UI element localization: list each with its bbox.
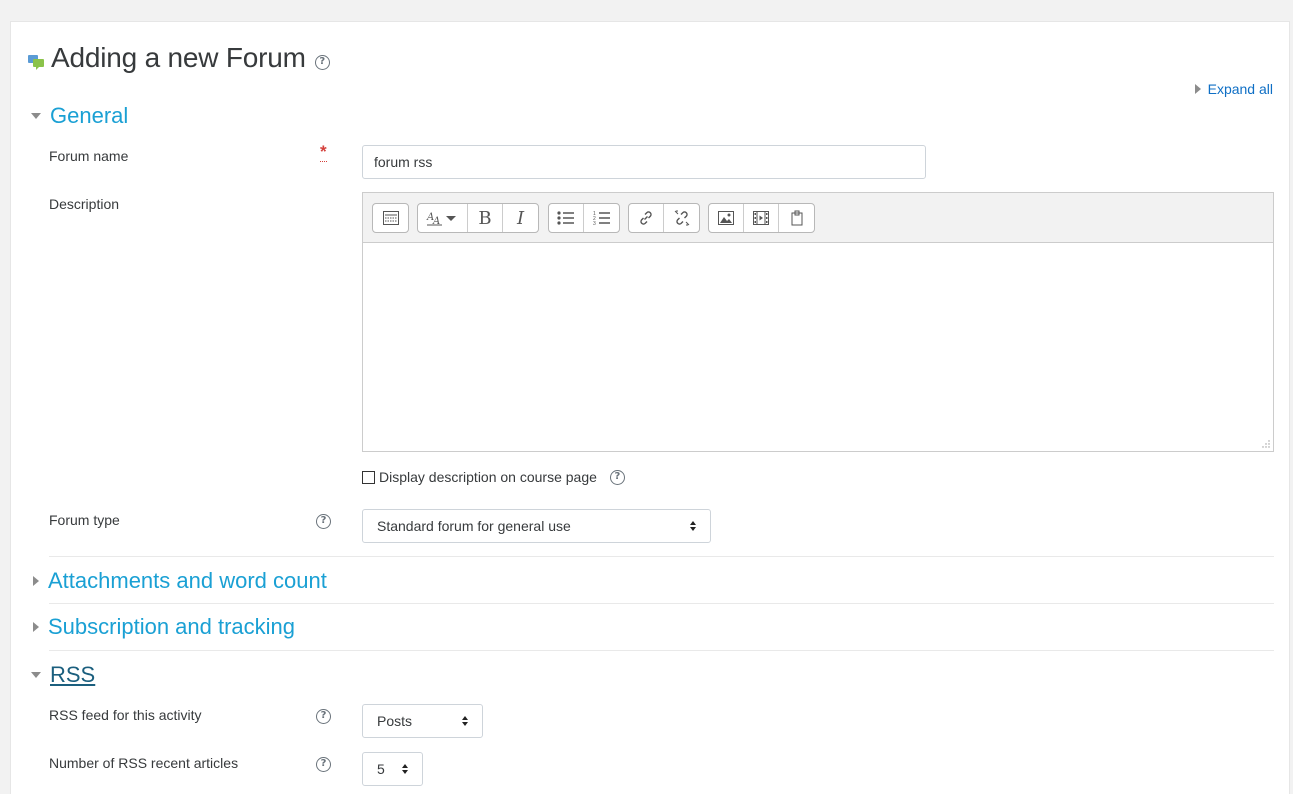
divider (49, 603, 1274, 604)
forum-type-value: Standard forum for general use (377, 518, 571, 534)
forum-type-label: Forum type (49, 512, 120, 528)
display-description-label: Display description on course page (379, 469, 597, 485)
expand-all-link[interactable]: Expand all (1194, 81, 1273, 97)
expand-icon (33, 622, 39, 632)
section-attachments-title: Attachments and word count (48, 568, 327, 593)
italic-icon: I (516, 207, 525, 229)
rss-feed-label: RSS feed for this activity (49, 707, 202, 723)
page-header: Adding a new Forum ? (27, 42, 330, 74)
section-rss-header[interactable]: RSS (31, 662, 95, 688)
link-button[interactable] (629, 204, 664, 232)
media-button[interactable] (744, 204, 779, 232)
toolbar-group-3: 123 (548, 203, 620, 233)
unordered-list-button[interactable] (549, 204, 584, 232)
description-label: Description (49, 196, 120, 212)
description-editor: AA B I 123 (362, 192, 1274, 452)
file-button[interactable] (779, 204, 814, 232)
resize-grip-icon[interactable] (1262, 440, 1270, 448)
select-arrow-icon (690, 521, 696, 531)
select-arrow-icon (462, 716, 468, 726)
required-icon: * (320, 142, 327, 162)
editor-toolbar: AA B I 123 (363, 193, 1273, 243)
toolbar-toggle-button[interactable] (373, 204, 408, 232)
collapse-icon (31, 113, 41, 119)
rss-feed-select[interactable]: Posts (362, 704, 483, 738)
section-subscription-title: Subscription and tracking (48, 614, 296, 639)
divider (49, 556, 1274, 557)
media-icon (753, 211, 769, 225)
font-style-icon: AA (426, 212, 456, 226)
help-icon[interactable]: ? (316, 757, 331, 772)
help-icon[interactable]: ? (314, 54, 330, 70)
toolbar-group-1 (372, 203, 409, 233)
forum-type-select[interactable]: Standard forum for general use (362, 509, 711, 543)
toolbar-group-4 (628, 203, 700, 233)
section-general-header[interactable]: General (31, 103, 128, 129)
svg-text:3: 3 (593, 221, 596, 226)
rss-articles-value: 5 (377, 761, 385, 777)
unlink-icon (674, 210, 689, 226)
section-general-title: General (50, 103, 129, 128)
bold-button[interactable]: B (468, 204, 503, 232)
collapse-icon (31, 672, 41, 678)
toolbar-toggle-icon (382, 211, 399, 225)
help-icon[interactable]: ? (609, 469, 625, 485)
section-attachments-header[interactable]: Attachments and word count (31, 568, 327, 594)
expand-icon (1194, 84, 1201, 94)
ordered-list-icon: 123 (593, 211, 610, 226)
section-rss-title: RSS (50, 662, 96, 687)
rss-articles-select[interactable]: 5 (362, 752, 423, 786)
page-title: Adding a new Forum (51, 42, 306, 73)
ordered-list-button[interactable]: 123 (584, 204, 619, 232)
section-subscription-header[interactable]: Subscription and tracking (31, 614, 295, 640)
toolbar-group-5 (708, 203, 815, 233)
help-icon[interactable]: ? (316, 514, 331, 529)
divider (49, 650, 1274, 651)
forum-name-label: Forum name (49, 148, 129, 164)
link-icon (640, 211, 652, 225)
display-description-row: Display description on course page ? (362, 469, 625, 485)
rss-articles-label: Number of RSS recent articles (49, 755, 239, 771)
forum-name-input[interactable] (362, 145, 926, 179)
help-icon[interactable]: ? (316, 709, 331, 724)
expand-all-label: Expand all (1207, 81, 1273, 97)
font-style-button[interactable]: AA (418, 204, 468, 232)
description-textarea[interactable] (363, 243, 1273, 451)
display-description-checkbox[interactable] (362, 470, 375, 484)
page-container: Adding a new Forum ? Expand all General … (10, 21, 1290, 794)
bold-icon: B (478, 207, 492, 229)
image-button[interactable] (709, 204, 744, 232)
unlink-button[interactable] (664, 204, 699, 232)
expand-icon (33, 576, 39, 586)
image-icon (718, 211, 734, 225)
rss-feed-value: Posts (377, 713, 413, 729)
file-icon (791, 210, 802, 226)
forum-icon (28, 55, 44, 70)
select-arrow-icon (402, 764, 408, 774)
toolbar-group-2: AA B I (417, 203, 539, 233)
italic-button[interactable]: I (503, 204, 538, 232)
unordered-list-icon (557, 211, 574, 225)
